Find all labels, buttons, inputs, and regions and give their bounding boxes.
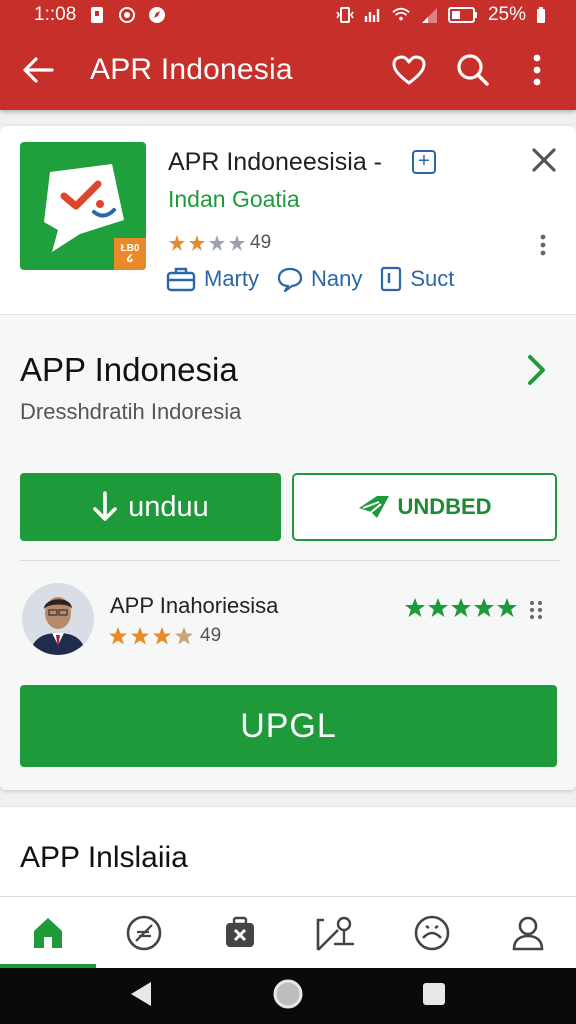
reviewer-name: APP Inahoriesisa (110, 593, 279, 618)
meta-item[interactable]: Marty (166, 266, 259, 292)
chat-bubble-icon (277, 267, 303, 292)
search-icon (457, 54, 489, 86)
developer-link[interactable]: Indan Goatia (168, 186, 300, 213)
meta-label: Suct (410, 266, 455, 291)
nav-games[interactable] (96, 897, 192, 968)
signal-alt-icon (364, 9, 380, 22)
section-heading: APP Inlslaiia (20, 841, 188, 874)
app-meta: Marty Nany Suct (166, 266, 454, 292)
compass-icon (149, 7, 166, 23)
primary-action-button[interactable]: UPGL (20, 685, 557, 767)
system-home-button[interactable] (272, 978, 304, 1015)
leaf-arrow-icon (359, 496, 390, 518)
pin-flag-icon (316, 916, 354, 951)
close-icon (532, 148, 556, 172)
person-photo (22, 583, 94, 655)
system-navigation-bar (0, 968, 576, 1024)
home-icon (34, 917, 62, 948)
star-rating-icon (169, 235, 245, 251)
meta-item[interactable]: Nany (277, 266, 362, 292)
favorite-button[interactable] (388, 49, 430, 91)
five-star-rating (404, 597, 518, 619)
clock: 1::08 (34, 4, 77, 25)
triangle-back-icon (130, 981, 151, 1006)
chevron-right-icon (528, 355, 545, 385)
square-recents-icon (423, 982, 446, 1005)
nav-apps[interactable] (192, 897, 288, 968)
no-sign-icon (126, 915, 162, 950)
star-rating-icon (405, 598, 517, 617)
battery-small-icon (537, 7, 545, 23)
more-vertical-icon (533, 54, 541, 86)
app-icon-badge: ŁB0 ໒ (120, 243, 140, 264)
notification-icon (91, 7, 104, 23)
circle-home-icon (273, 979, 303, 1008)
rating-count: 49 (250, 232, 272, 253)
heart-icon (392, 55, 426, 85)
app-subtitle: Dresshdratih Indoresia (20, 399, 242, 424)
wifi-icon (392, 7, 410, 21)
meta-item[interactable]: Suct (380, 266, 454, 292)
app-headline[interactable]: APP Indonesia (20, 351, 238, 389)
meta-label: Marty (204, 266, 259, 291)
app-bar: APR Indonesia (0, 30, 576, 110)
cell-signal-icon (421, 8, 437, 23)
nav-profile[interactable] (480, 897, 576, 968)
page-title: APR Indonesia (90, 53, 293, 86)
reviewer-rating-count: 49 (200, 625, 222, 646)
overflow-menu-button[interactable] (516, 49, 558, 91)
bottom-navigation (0, 896, 576, 968)
vibrate-icon (336, 7, 354, 23)
emoji-icon (414, 915, 450, 950)
download-label: unduu (128, 490, 209, 523)
arrow-left-icon (23, 57, 54, 83)
secondary-action-label: UNDBED (397, 494, 492, 519)
briefcase-icon (166, 267, 196, 292)
battery-percent: 25% (487, 4, 526, 25)
battery-icon (447, 7, 477, 23)
primary-action-label: UPGL (240, 706, 337, 745)
add-button[interactable]: + (412, 150, 436, 174)
download-arrow-icon (93, 491, 117, 521)
search-button[interactable] (452, 49, 494, 91)
meta-label: Nany (311, 266, 363, 291)
download-button[interactable]: unduu (20, 473, 281, 541)
back-button[interactable] (18, 50, 58, 90)
nav-books[interactable] (384, 897, 480, 968)
app-icon[interactable]: ŁB0 ໒ (20, 142, 146, 270)
status-bar: 1::08 25% (0, 0, 576, 30)
close-button[interactable] (530, 146, 560, 176)
expand-button[interactable] (526, 353, 556, 389)
app-rating: 49 (168, 232, 271, 254)
nav-home[interactable] (0, 897, 96, 968)
section-card: APP Inlslaiia (0, 806, 576, 906)
more-vertical-icon (540, 234, 546, 256)
system-recents-button[interactable] (421, 981, 447, 1012)
grip-dots-icon (530, 601, 542, 619)
avatar[interactable] (22, 583, 94, 655)
star-rating-icon (109, 627, 193, 645)
divider (20, 560, 560, 561)
app-box-icon (226, 916, 254, 947)
app-detail-card: ŁB0 ໒ APR Indoneesisia - + Indan Goatia … (0, 126, 576, 790)
nav-movies[interactable] (288, 897, 384, 968)
app-name: APR Indoneesisia - (168, 148, 383, 176)
app-details-section: APP Indonesia Dresshdratih Indoresia und… (0, 314, 576, 790)
app-header: ŁB0 ໒ APR Indoneesisia - + Indan Goatia … (0, 126, 576, 314)
drag-handle[interactable] (528, 599, 546, 621)
secondary-action-button[interactable]: UNDBED (292, 473, 557, 541)
person-icon (512, 916, 544, 950)
reviewer-rating: 49 (108, 625, 221, 647)
settings-icon (119, 7, 136, 23)
app-more-button[interactable] (538, 234, 554, 258)
system-back-button[interactable] (129, 980, 155, 1013)
bracket-icon (381, 266, 402, 292)
